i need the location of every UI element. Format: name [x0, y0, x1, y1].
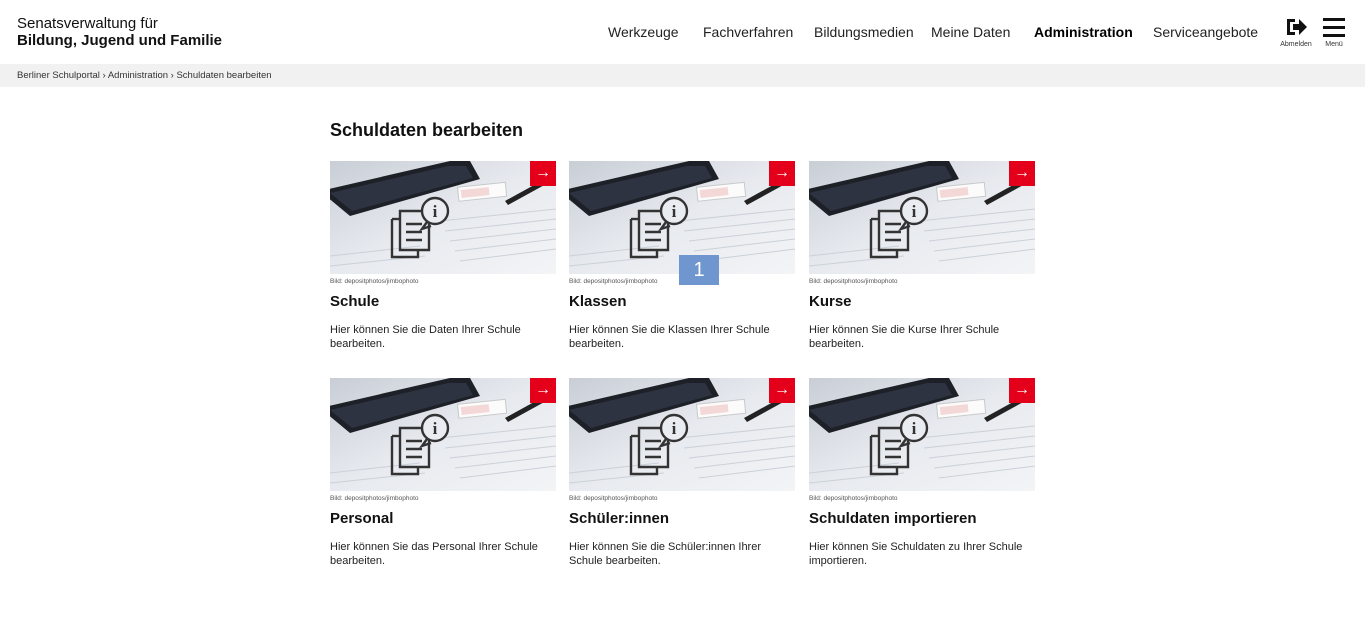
card-image[interactable]: →	[330, 161, 556, 274]
card-kurse[interactable]: → Bild: depositphotos/jimbophoto Kurse H…	[809, 161, 1035, 351]
arrow-right-icon[interactable]: →	[530, 378, 556, 403]
hamburger-icon	[1323, 18, 1345, 37]
card-description: Hier können Sie Schuldaten zu Ihrer Schu…	[809, 541, 1023, 567]
document-info-illustration	[809, 161, 1035, 274]
image-credit: Bild: depositphotos/jimbophoto	[330, 278, 419, 285]
card-image[interactable]: →	[569, 378, 795, 491]
card-image[interactable]: →	[809, 378, 1035, 491]
nav-administration[interactable]: Administration	[1034, 24, 1133, 40]
breadcrumb: Berliner Schulportal › Administration › …	[0, 64, 1365, 87]
card-title[interactable]: Klassen	[569, 293, 795, 312]
arrow-right-icon[interactable]: →	[1009, 161, 1035, 186]
nav-bildungsmedien[interactable]: Bildungsmedien	[814, 24, 914, 40]
nav-serviceangebote[interactable]: Serviceangebote	[1153, 24, 1258, 40]
arrow-right-icon[interactable]: →	[530, 161, 556, 186]
logout-label: Abmelden	[1280, 41, 1312, 48]
breadcrumb-text[interactable]: Berliner Schulportal › Administration › …	[17, 70, 272, 81]
menu-button[interactable]: Menü	[1318, 16, 1350, 48]
card-title[interactable]: Kurse	[809, 293, 1035, 312]
card-title[interactable]: Schuldaten importieren	[809, 510, 1035, 529]
card-description: Hier können Sie die Daten Ihrer Schule b…	[330, 324, 521, 350]
arrow-right-icon[interactable]: →	[769, 378, 795, 403]
page-title: Schuldaten bearbeiten	[330, 120, 524, 140]
logout-button[interactable]: Abmelden	[1279, 16, 1313, 48]
image-credit: Bild: depositphotos/jimbophoto	[569, 495, 658, 502]
document-info-illustration	[569, 378, 795, 491]
arrow-right-icon[interactable]: →	[769, 161, 795, 186]
image-credit: Bild: depositphotos/jimbophoto	[809, 278, 898, 285]
nav-fachverfahren[interactable]: Fachverfahren	[703, 24, 793, 40]
card-schule[interactable]: → Bild: depositphotos/jimbophoto Schule …	[330, 161, 556, 351]
nav-werkzeuge[interactable]: Werkzeuge	[608, 24, 679, 40]
document-info-illustration	[330, 378, 556, 491]
annotation-marker: 1	[679, 255, 719, 285]
arrow-right-icon[interactable]: →	[1009, 378, 1035, 403]
menu-label: Menü	[1325, 41, 1343, 48]
document-info-illustration	[809, 378, 1035, 491]
card-schueler-innen[interactable]: → Bild: depositphotos/jimbophoto Schüler…	[569, 378, 795, 568]
card-title[interactable]: Schüler:innen	[569, 510, 795, 529]
card-image[interactable]: →	[809, 161, 1035, 274]
nav-meine-daten[interactable]: Meine Daten	[931, 24, 1010, 40]
site-header: Senatsverwaltung für Bildung, Jugend und…	[0, 0, 1365, 64]
card-image[interactable]: →	[330, 378, 556, 491]
card-description: Hier können Sie die Klassen Ihrer Schule…	[569, 324, 770, 350]
card-description: Hier können Sie die Schüler:innen Ihrer …	[569, 541, 762, 567]
card-description: Hier können Sie die Kurse Ihrer Schule b…	[809, 324, 1000, 350]
card-title[interactable]: Schule	[330, 293, 556, 312]
logout-icon	[1287, 19, 1307, 35]
card-schuldaten-importieren[interactable]: → Bild: depositphotos/jimbophoto Schulda…	[809, 378, 1035, 568]
card-description: Hier können Sie das Personal Ihrer Schul…	[330, 541, 538, 567]
card-personal[interactable]: → Bild: depositphotos/jimbophoto Persona…	[330, 378, 556, 568]
main-nav: Werkzeuge Fachverfahren Bildungsmedien M…	[0, 24, 1365, 44]
image-credit: Bild: depositphotos/jimbophoto	[809, 495, 898, 502]
image-credit: Bild: depositphotos/jimbophoto	[330, 495, 419, 502]
document-info-illustration	[330, 161, 556, 274]
card-title[interactable]: Personal	[330, 510, 556, 529]
